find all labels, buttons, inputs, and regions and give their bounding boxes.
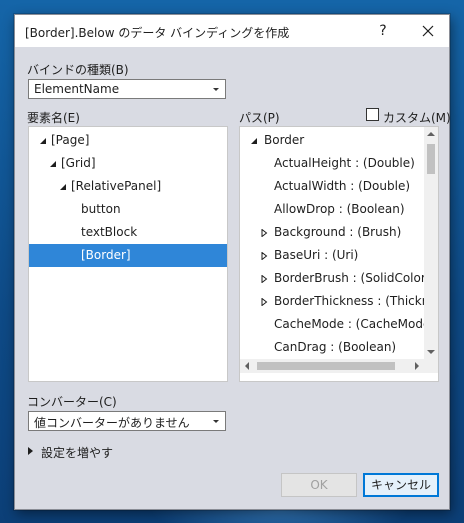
help-icon: ? <box>379 23 387 39</box>
path-item[interactable]: ActualWidth : (Double) <box>240 175 424 198</box>
path-item-label: AllowDrop : (Boolean) <box>274 202 405 216</box>
create-data-binding-dialog: [Border].Below のデータ バインディングを作成 ? バインドの種類… <box>14 14 451 510</box>
path-item[interactable]: Background : (Brush) <box>240 221 424 244</box>
chevron-down-icon <box>213 88 219 91</box>
expanded-triangle-icon[interactable] <box>250 137 258 145</box>
element-tree-item-label: button <box>81 202 121 216</box>
path-item-label: Border <box>264 133 305 147</box>
path-item[interactable]: BorderBrush : (SolidColorBrush) <box>240 267 424 290</box>
scroll-down-icon[interactable] <box>424 345 438 359</box>
element-tree[interactable]: [Page] [Grid] [RelativePanel] button textBlo… <box>28 126 228 382</box>
path-list: Border ActualHeight : (Double) ActualWidth… <box>240 127 424 359</box>
help-button[interactable]: ? <box>371 19 395 43</box>
element-tree-item-label: textBlock <box>81 225 138 239</box>
element-tree-item-label: [Page] <box>51 133 90 147</box>
dialog-title: [Border].Below のデータ バインディングを作成 <box>25 26 290 40</box>
path-item[interactable]: BaseUri : (Uri) <box>240 244 424 267</box>
scroll-corner <box>424 359 438 373</box>
cancel-button[interactable]: キャンセル <box>363 473 439 497</box>
bind-type-label: バインドの種類(B) <box>27 63 129 77</box>
element-tree-item[interactable]: button <box>29 198 227 221</box>
path-item[interactable]: Border <box>240 129 424 152</box>
expanded-triangle-icon[interactable] <box>49 160 57 168</box>
path-item-label: BorderThickness : (Thickness) <box>274 294 424 308</box>
expanded-triangle-icon[interactable] <box>59 183 67 191</box>
element-tree-item[interactable]: [Page] <box>29 129 227 152</box>
bind-type-value: ElementName <box>34 82 120 96</box>
element-name-label: 要素名(E) <box>27 111 80 125</box>
path-item[interactable]: ActualHeight : (Double) <box>240 152 424 175</box>
collapsed-triangle-icon[interactable] <box>260 275 268 283</box>
element-tree-item-label: [Grid] <box>61 156 96 170</box>
vertical-scroll-thumb[interactable] <box>427 144 435 174</box>
path-item-label: CacheMode : (CacheMode) <box>274 317 424 331</box>
title-bar: [Border].Below のデータ バインディングを作成 ? <box>15 15 449 47</box>
element-tree-item-label: [RelativePanel] <box>71 179 162 193</box>
expanded-triangle-icon[interactable] <box>39 137 47 145</box>
path-item-label: BaseUri : (Uri) <box>274 248 359 262</box>
path-item-label: CanDrag : (Boolean) <box>274 340 397 354</box>
path-item[interactable]: BorderThickness : (Thickness) <box>240 290 424 313</box>
element-tree-item[interactable]: [Border] <box>29 244 227 267</box>
element-tree-item[interactable]: [Grid] <box>29 152 227 175</box>
path-item[interactable]: CacheMode : (CacheMode) <box>240 313 424 336</box>
path-item-label: ActualWidth : (Double) <box>274 179 411 193</box>
element-tree-item-label: [Border] <box>81 248 131 262</box>
collapsed-triangle-icon[interactable] <box>260 298 268 306</box>
path-item-label: ActualHeight : (Double) <box>274 156 415 170</box>
collapsed-triangle-icon[interactable] <box>260 229 268 237</box>
custom-checkbox[interactable] <box>366 108 379 121</box>
path-tree[interactable]: Border ActualHeight : (Double) ActualWidth… <box>239 126 439 382</box>
more-settings-label: 設定を増やす <box>41 446 114 460</box>
scroll-up-icon[interactable] <box>424 127 438 141</box>
path-label: パス(P) <box>239 111 280 125</box>
scroll-left-icon[interactable] <box>240 359 254 373</box>
converter-label: コンバーター(C) <box>27 395 117 409</box>
converter-value: 値コンバーターがありません <box>34 416 190 430</box>
path-item[interactable]: AllowDrop : (Boolean) <box>240 198 424 221</box>
element-tree-item[interactable]: [RelativePanel] <box>29 175 227 198</box>
custom-label: カスタム(M) <box>383 111 451 125</box>
close-icon <box>422 25 434 37</box>
chevron-down-icon <box>213 420 219 423</box>
close-button[interactable] <box>413 19 443 43</box>
path-horizontal-scrollbar[interactable] <box>240 359 424 373</box>
horizontal-scroll-thumb[interactable] <box>257 362 395 370</box>
scroll-right-icon[interactable] <box>410 359 424 373</box>
ok-button[interactable]: OK <box>281 473 357 497</box>
element-tree-item[interactable]: textBlock <box>29 221 227 244</box>
path-item-label: BorderBrush : (SolidColorBrush) <box>274 271 424 285</box>
path-item[interactable]: CanDrag : (Boolean) <box>240 336 424 359</box>
path-vertical-scrollbar[interactable] <box>424 127 438 359</box>
converter-combobox[interactable]: 値コンバーターがありません <box>28 411 226 431</box>
more-settings-expander[interactable]: 設定を増やす <box>27 443 137 461</box>
collapsed-triangle-icon[interactable] <box>260 252 268 260</box>
path-item-label: Background : (Brush) <box>274 225 402 239</box>
bind-type-combobox[interactable]: ElementName <box>28 79 226 99</box>
expand-right-icon <box>28 447 33 455</box>
